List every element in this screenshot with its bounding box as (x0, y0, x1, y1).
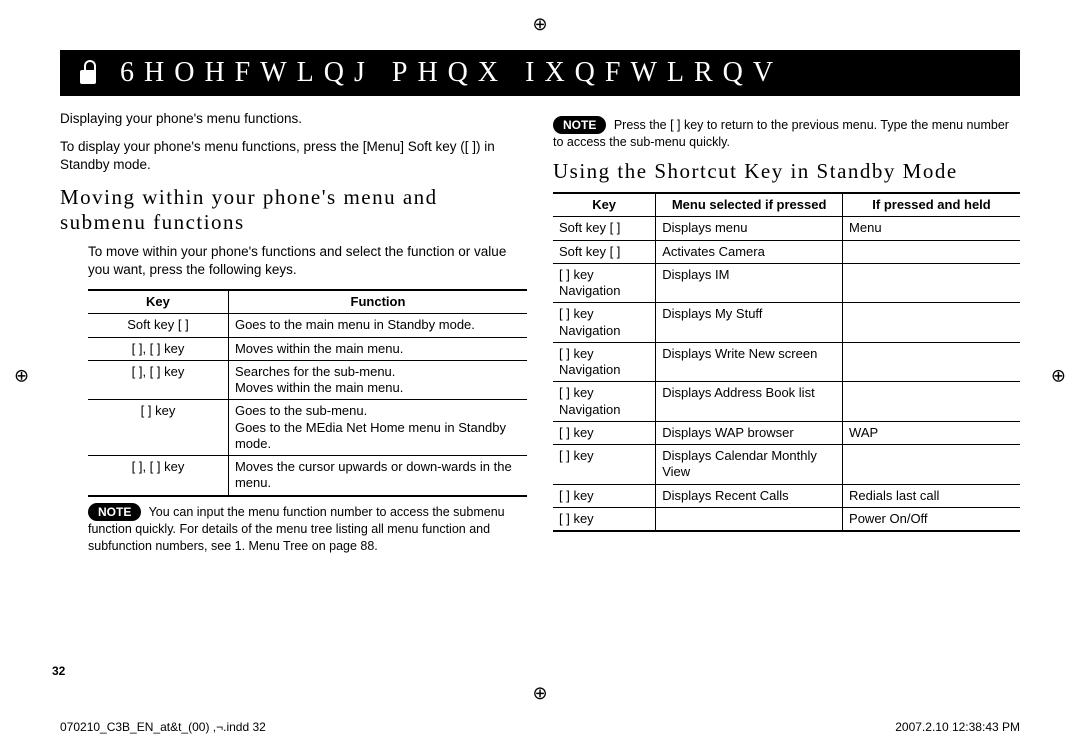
cell-key: Soft key [ ] (553, 217, 656, 240)
key-function-table: Key Function Soft key [ ] Goes to the ma… (88, 289, 527, 497)
cell-held: WAP (843, 421, 1020, 444)
table-row: [ ] key Goes to the sub-menu. Goes to th… (88, 400, 527, 456)
footer-right: 2007.2.10 12:38:43 PM (895, 720, 1020, 734)
cell-key: [ ] key (553, 507, 656, 531)
cell-function: Moves the cursor upwards or down-wards i… (228, 456, 527, 496)
cell-menu: Displays Calendar Monthly View (656, 445, 843, 485)
cell-held: Redials last call (843, 484, 1020, 507)
cell-function: Goes to the sub-menu. Goes to the MEdia … (228, 400, 527, 456)
table-row: [ ] key Power On/Off (553, 507, 1020, 531)
cell-key: [ ] key Navigation (553, 342, 656, 382)
cell-key: [ ] key (553, 421, 656, 444)
note-badge: NOTE (553, 116, 606, 134)
cell-key: [ ] key (553, 445, 656, 485)
footer-left: 070210_C3B_EN_at&t_(00) ,¬.indd 32 (60, 720, 266, 734)
note-block: NOTE Press the [ ] key to return to the … (553, 116, 1020, 151)
cell-held (843, 240, 1020, 263)
col-pressed-held: If pressed and held (843, 193, 1020, 217)
col-function: Function (228, 290, 527, 314)
cell-menu: Displays IM (656, 263, 843, 303)
table-row: [ ] key NavigationDisplays Address Book … (553, 382, 1020, 422)
cell-held: Power On/Off (843, 507, 1020, 531)
table-row: [ ] key NavigationDisplays IM (553, 263, 1020, 303)
cell-held (843, 342, 1020, 382)
cell-menu: Displays My Stuff (656, 303, 843, 343)
cell-held: Menu (843, 217, 1020, 240)
registration-mark-top: ⊕ (532, 14, 547, 35)
table-row: [ ] keyDisplays Calendar Monthly View (553, 445, 1020, 485)
cell-menu: Activates Camera (656, 240, 843, 263)
cell-key: [ ] key (553, 484, 656, 507)
right-column: NOTE Press the [ ] key to return to the … (553, 110, 1020, 563)
page-title: 6HOHFWLQJ PHQX IXQFWLRQV (120, 57, 783, 89)
table-row: [ ] key NavigationDisplays My Stuff (553, 303, 1020, 343)
page-number: 32 (52, 664, 65, 678)
left-column: Displaying your phone's menu functions. … (60, 110, 527, 563)
col-key: Key (553, 193, 656, 217)
cell-menu: Displays menu (656, 217, 843, 240)
table-row: [ ] keyDisplays WAP browserWAP (553, 421, 1020, 444)
col-menu-pressed: Menu selected if pressed (656, 193, 843, 217)
cell-key: [ ] key Navigation (553, 382, 656, 422)
cell-menu: Displays Write New screen (656, 342, 843, 382)
cell-key: [ ], [ ] key (88, 360, 228, 400)
table-row: Soft key [ ] Goes to the main menu in St… (88, 314, 527, 337)
cell-menu: Displays Address Book list (656, 382, 843, 422)
cell-menu: Displays Recent Calls (656, 484, 843, 507)
cell-function: Goes to the main menu in Standby mode. (228, 314, 527, 337)
lock-icon (80, 60, 100, 86)
registration-mark-right: ⊕ (1051, 366, 1066, 387)
cell-key: [ ] key Navigation (553, 263, 656, 303)
intro-text-3: To move within your phone's functions an… (88, 243, 527, 279)
cell-function: Moves within the main menu. (228, 337, 527, 360)
table-header-row: Key Menu selected if pressed If pressed … (553, 193, 1020, 217)
note-block: NOTE You can input the menu function num… (88, 503, 527, 555)
table-row: [ ], [ ] key Searches for the sub-menu. … (88, 360, 527, 400)
cell-key: [ ], [ ] key (88, 456, 228, 496)
cell-held (843, 303, 1020, 343)
cell-function: Searches for the sub-menu. Moves within … (228, 360, 527, 400)
cell-menu: Displays WAP browser (656, 421, 843, 444)
table-row: Soft key [ ]Displays menuMenu (553, 217, 1020, 240)
intro-text-1: Displaying your phone's menu functions. (60, 110, 527, 128)
table-row: [ ], [ ] key Moves within the main menu. (88, 337, 527, 360)
cell-key: [ ] key Navigation (553, 303, 656, 343)
table-row: [ ] key NavigationDisplays Write New scr… (553, 342, 1020, 382)
table-header-row: Key Function (88, 290, 527, 314)
table-row: [ ], [ ] key Moves the cursor upwards or… (88, 456, 527, 496)
note-text: You can input the menu function number t… (88, 505, 505, 553)
subheading-shortcut: Using the Shortcut Key in Standby Mode (553, 159, 1020, 184)
cell-held (843, 382, 1020, 422)
table-row: Soft key [ ]Activates Camera (553, 240, 1020, 263)
note-text: Press the [ ] key to return to the previ… (553, 118, 1009, 149)
subheading-moving: Moving within your phone's menu and subm… (60, 185, 527, 235)
note-badge: NOTE (88, 503, 141, 521)
shortcut-key-table: Key Menu selected if pressed If pressed … (553, 192, 1020, 532)
page-header: 6HOHFWLQJ PHQX IXQFWLRQV (60, 50, 1020, 96)
cell-key: [ ] key (88, 400, 228, 456)
cell-held (843, 263, 1020, 303)
table-row: [ ] keyDisplays Recent CallsRedials last… (553, 484, 1020, 507)
cell-menu (656, 507, 843, 531)
col-key: Key (88, 290, 228, 314)
intro-text-2: To display your phone's menu functions, … (60, 138, 527, 174)
registration-mark-left: ⊕ (14, 366, 29, 387)
cell-key: Soft key [ ] (553, 240, 656, 263)
cell-key: [ ], [ ] key (88, 337, 228, 360)
cell-key: Soft key [ ] (88, 314, 228, 337)
print-footer: 070210_C3B_EN_at&t_(00) ,¬.indd 32 2007.… (60, 720, 1020, 734)
cell-held (843, 445, 1020, 485)
registration-mark-bottom: ⊕ (532, 683, 547, 704)
